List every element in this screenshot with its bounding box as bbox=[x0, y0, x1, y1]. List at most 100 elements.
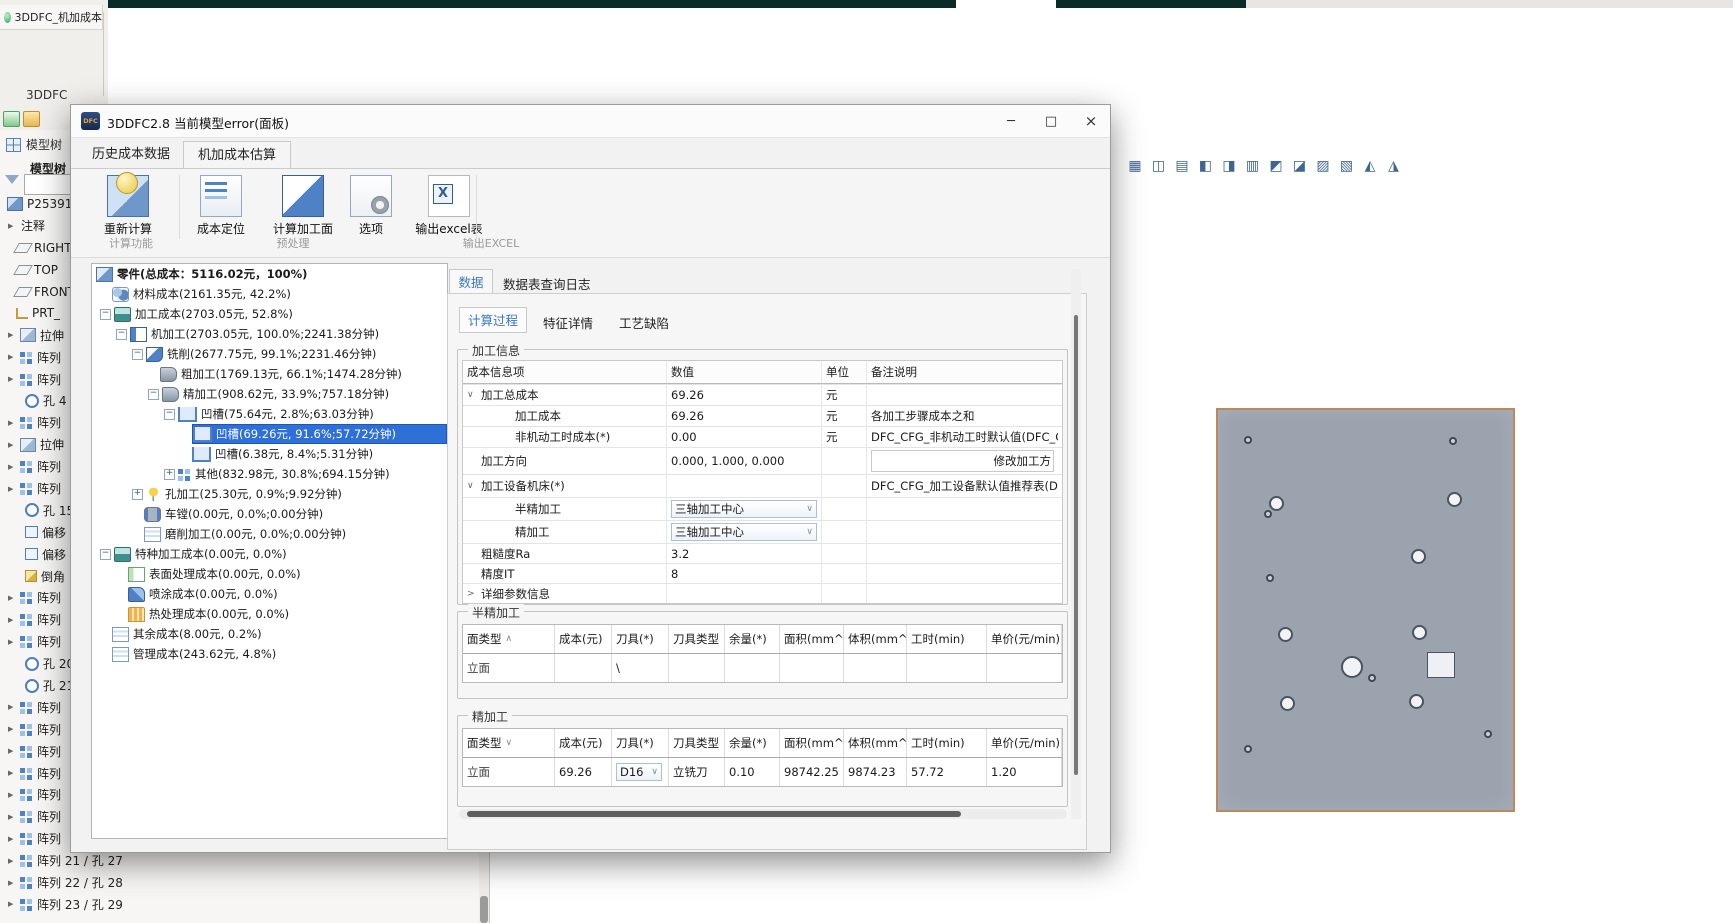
tab-machining-cost-estimate[interactable]: 机加成本估算 bbox=[183, 141, 291, 168]
cad-tool-icon[interactable]: ▧ bbox=[1337, 156, 1357, 176]
cost-tree-row-label: 精加工(908.62元, 33.9%;757.18分钟) bbox=[183, 386, 389, 402]
cost-tree-row-label: 凹槽(6.38元, 8.4%;5.31分钟) bbox=[215, 446, 373, 462]
cost-tree-row[interactable]: −特种加工成本(0.00元, 0.0%) bbox=[92, 544, 447, 564]
machining-header-cell: 单价(元/min) bbox=[987, 625, 1062, 653]
extrude-icon bbox=[20, 328, 36, 342]
machining-table-row[interactable]: 立面\ bbox=[463, 654, 1062, 682]
cost-tree-row[interactable]: 热处理成本(0.00元, 0.0%) bbox=[92, 604, 447, 624]
cad-tool-icon[interactable]: ◫ bbox=[1149, 156, 1169, 176]
close-button[interactable]: × bbox=[1076, 109, 1106, 134]
cost-tree-row[interactable]: 车镗(0.00元, 0.0%;0.00分钟) bbox=[92, 504, 447, 524]
ribbon-button-locate[interactable]: 成本定位 bbox=[184, 175, 258, 237]
cost-tree-row[interactable]: +其他(832.98元, 30.8%;694.15分钟) bbox=[92, 464, 447, 484]
filter-funnel-icon[interactable] bbox=[5, 175, 19, 184]
value-dropdown[interactable]: 三轴加工中心∨ bbox=[671, 523, 817, 541]
cad-tool-icon[interactable]: ◨ bbox=[1219, 156, 1239, 176]
ribbon-button-options[interactable]: 选项 bbox=[349, 175, 393, 237]
chevron-down-icon: ∨ bbox=[806, 504, 813, 514]
open-folder-icon[interactable] bbox=[23, 111, 40, 127]
cost-tree-row[interactable]: 其余成本(8.00元, 0.2%) bbox=[92, 624, 447, 644]
tab-calc-process[interactable]: 计算过程 bbox=[459, 307, 527, 333]
info-table-row[interactable]: 粗糙度Ra3.2 bbox=[463, 543, 1062, 563]
info-table-row[interactable]: 加工方向0.000, 1.000, 0.000修改加工方 bbox=[463, 447, 1062, 474]
vertical-scrollbar-thumb[interactable] bbox=[1074, 315, 1078, 775]
cad-tool-icon[interactable]: ◧ bbox=[1196, 156, 1216, 176]
ribbon-button-excel[interactable]: 输出excel表 bbox=[403, 175, 495, 237]
cad-tool-icon[interactable]: ▤ bbox=[1172, 156, 1192, 176]
cad-tool-icon[interactable]: ◪ bbox=[1290, 156, 1310, 176]
tree-row-content: 管理成本(243.62元, 4.8%) bbox=[112, 645, 447, 663]
machining-cell: 0.10 bbox=[725, 758, 780, 786]
value-dropdown[interactable]: 三轴加工中心∨ bbox=[671, 500, 817, 518]
ribbon-button-calc[interactable]: 重新计算 bbox=[89, 175, 167, 237]
tool-dropdown[interactable]: D16∨ bbox=[616, 763, 662, 781]
info-table-row[interactable]: >详细参数信息 bbox=[463, 583, 1062, 603]
model-tree-tab[interactable]: 模型树 bbox=[6, 136, 62, 153]
info-row-label: 非机动工时成本(*) bbox=[515, 429, 610, 445]
cost-tree-row[interactable]: −机加工(2703.05元, 100.0%;2241.38分钟) bbox=[92, 324, 447, 344]
model-tree-scrollbar-thumb[interactable] bbox=[480, 896, 488, 923]
cad-tool-icon[interactable]: ◭ bbox=[1360, 156, 1380, 176]
maximize-button[interactable]: □ bbox=[1036, 109, 1066, 134]
cost-tree-row[interactable]: 喷涂成本(0.00元, 0.0%) bbox=[92, 584, 447, 604]
machining-cell-value: 69.26 bbox=[559, 765, 592, 779]
vertical-scrollbar[interactable] bbox=[1071, 269, 1081, 819]
info-cell-value[interactable]: 三轴加工中心∨ bbox=[667, 521, 822, 543]
cost-tree-row[interactable]: 凹槽(6.38元, 8.4%;5.31分钟) bbox=[92, 444, 447, 464]
new-document-icon[interactable] bbox=[3, 111, 20, 127]
tab-data-query-log[interactable]: 数据表查询日志 bbox=[503, 274, 591, 293]
info-table-row[interactable]: 半精加工三轴加工中心∨ bbox=[463, 497, 1062, 520]
model-tree-item[interactable]: ▶阵列 23 / 孔 29 bbox=[0, 894, 478, 916]
cost-tree-row[interactable]: −加工成本(2703.05元, 52.8%) bbox=[92, 304, 447, 324]
remark-edit-box[interactable]: 修改加工方 bbox=[871, 450, 1054, 472]
info-table-row[interactable]: 加工成本69.26元各加工步骤成本之和 bbox=[463, 405, 1062, 426]
expand-arrow-icon: ▶ bbox=[8, 594, 17, 602]
ribbon-button-label: 选项 bbox=[349, 220, 393, 237]
cost-tree-row[interactable]: 管理成本(243.62元, 4.8%) bbox=[92, 644, 447, 664]
cost-tree-row[interactable]: 粗加工(1769.13元, 66.1%;1474.28分钟) bbox=[92, 364, 447, 384]
machining-header-cell: 体积(mm^3) bbox=[844, 729, 907, 757]
horizontal-scrollbar-thumb[interactable] bbox=[467, 811, 961, 817]
info-table-row[interactable]: 精加工三轴加工中心∨ bbox=[463, 520, 1062, 543]
cad-tool-icon[interactable]: ◮ bbox=[1384, 156, 1404, 176]
cad-tool-icon[interactable]: ▥ bbox=[1243, 156, 1263, 176]
cost-tree-row[interactable]: 材料成本(2161.35元, 42.2%) bbox=[92, 284, 447, 304]
model-tree-item[interactable]: ▶阵列 22 / 孔 28 bbox=[0, 872, 478, 894]
cost-tree-row[interactable]: 磨削加工(0.00元, 0.0%;0.00分钟) bbox=[92, 524, 447, 544]
cost-tree-row[interactable]: −凹槽(75.64元, 2.8%;63.03分钟) bbox=[92, 404, 447, 424]
model-tree-search-input[interactable] bbox=[24, 174, 74, 195]
cost-tree-row[interactable]: −精加工(908.62元, 33.9%;757.18分钟) bbox=[92, 384, 447, 404]
cad-part-plate[interactable] bbox=[1216, 408, 1515, 812]
tab-data[interactable]: 数据 bbox=[449, 269, 493, 294]
model-tree-item[interactable]: ▶阵列 21 / 孔 27 bbox=[0, 850, 478, 872]
ribbon-button-cube[interactable]: 计算加工面 bbox=[259, 175, 347, 237]
cost-tree-row[interactable]: +孔加工(25.30元, 0.9%;9.92分钟) bbox=[92, 484, 447, 504]
tab-process-defect[interactable]: 工艺缺陷 bbox=[619, 313, 669, 332]
cost-tree-row[interactable]: 零件(总成本：5116.02元，100%) bbox=[92, 264, 447, 284]
info-cell-value[interactable]: 三轴加工中心∨ bbox=[667, 498, 822, 520]
cost-tree-row[interactable]: −铣削(2677.75元, 99.1%;2231.46分钟) bbox=[92, 344, 447, 364]
info-table-row[interactable]: ∨加工设备机床(*)DFC_CFG_加工设备默认值推荐表(DF bbox=[463, 474, 1062, 497]
app-tab-3ddfc[interactable]: 3DDFC_机加成本 bbox=[0, 5, 103, 30]
cad-tool-icon[interactable]: ▨ bbox=[1313, 156, 1333, 176]
info-table-row[interactable]: 非机动工时成本(*)0.00元DFC_CFG_非机动工时默认值(DFC_CF bbox=[463, 426, 1062, 447]
horizontal-scrollbar[interactable] bbox=[459, 809, 1067, 819]
cad-tool-icon[interactable]: ◩ bbox=[1266, 156, 1286, 176]
cube-icon bbox=[282, 175, 324, 217]
info-table-row[interactable]: 精度IT8 bbox=[463, 563, 1062, 583]
dialog-titlebar[interactable]: DFC 3DDFC2.8 当前模型error(面板) ─ □ × bbox=[71, 105, 1110, 138]
machining-table-row[interactable]: 立面69.26D16∨立铣刀0.1098742.259874.2357.721.… bbox=[463, 758, 1062, 786]
machining-header-cell: 面类型∧ bbox=[463, 625, 555, 653]
cost-tree-row[interactable]: 凹槽(69.26元, 91.6%;57.72分钟) bbox=[92, 424, 447, 444]
cost-tree-row[interactable]: 表面处理成本(0.00元, 0.0%) bbox=[92, 564, 447, 584]
tab-history-cost-data[interactable]: 历史成本数据 bbox=[83, 141, 179, 168]
drill-hole bbox=[1264, 510, 1272, 518]
info-table-row[interactable]: ∨加工总成本69.26元 bbox=[463, 384, 1062, 405]
machining-header-cell: 刀具(*) bbox=[612, 729, 669, 757]
minimize-button[interactable]: ─ bbox=[996, 109, 1026, 134]
cost-tree-row-label: 其余成本(8.00元, 0.2%) bbox=[133, 626, 262, 642]
cad-tool-icon[interactable]: ▦ bbox=[1125, 156, 1145, 176]
model-tree-item-label: 阵列 bbox=[37, 743, 61, 760]
info-cell-unit: 元 bbox=[822, 385, 867, 405]
tab-feature-detail[interactable]: 特征详情 bbox=[543, 313, 593, 332]
